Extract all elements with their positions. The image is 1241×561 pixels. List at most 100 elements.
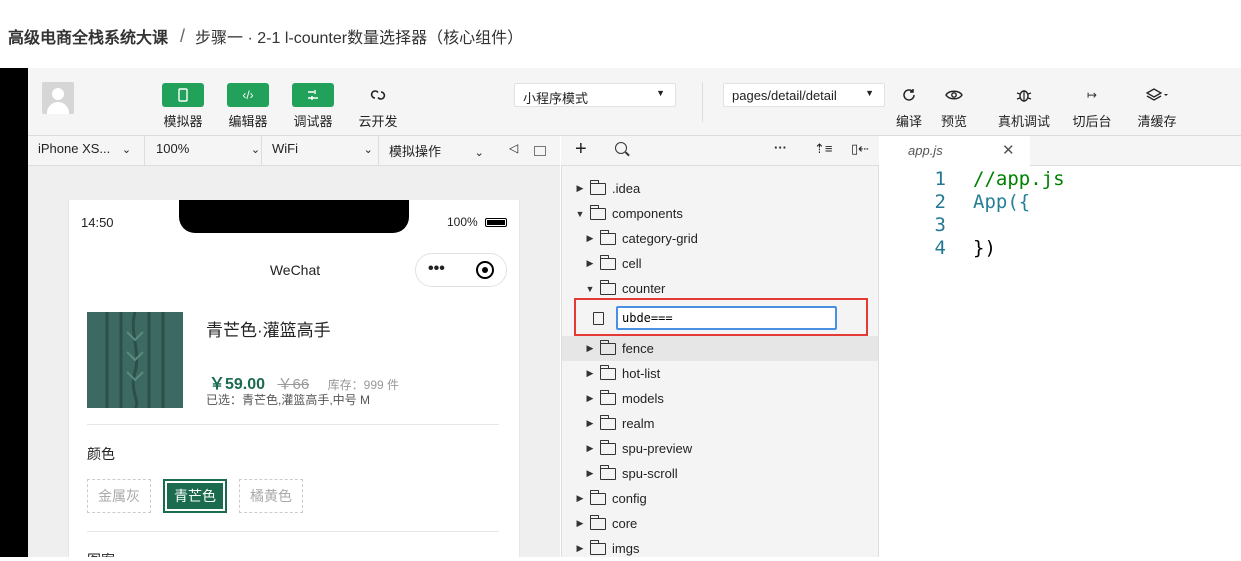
collapse-icon[interactable]: ⇡≡: [814, 141, 832, 157]
line-number: 4: [934, 237, 946, 259]
left-black-bar: [0, 68, 28, 557]
debugger-label: 调试器: [293, 114, 333, 129]
bug-icon: [1003, 83, 1045, 107]
debugger-button[interactable]: 调试器: [288, 83, 338, 130]
tree-item[interactable]: ▶ spu-scroll: [562, 461, 878, 486]
device-debug-label: 真机调试: [997, 114, 1050, 129]
split-icon[interactable]: ▯⇠: [851, 141, 869, 157]
layers-icon: [1136, 83, 1178, 107]
mode-select-value: 小程序模式: [523, 91, 589, 106]
simulator-label: 模拟器: [163, 114, 203, 129]
breadcrumb: 高级电商全栈系统大课 / 步骤一 · 2-1 l-counter数量选择器（核心…: [8, 24, 523, 48]
file-icon: [593, 312, 604, 325]
caret-right-icon: ▶: [576, 493, 584, 503]
color-option-selected[interactable]: 青芒色: [163, 479, 227, 513]
line-number: 1: [934, 168, 946, 190]
cloud-dev-button[interactable]: 云开发: [353, 83, 403, 130]
editor-button[interactable]: ‹/› 编辑器: [223, 83, 273, 130]
network-select-value: WiFi: [272, 141, 298, 156]
tree-item[interactable]: ▶ category-grid: [562, 226, 878, 251]
window-icon[interactable]: [534, 146, 546, 156]
folder-icon: [600, 254, 616, 270]
zoom-select[interactable]: 100% ⌄: [156, 141, 260, 156]
simulate-operation-value: 模拟操作: [389, 144, 442, 159]
tree-item-label: config: [612, 491, 647, 506]
avatar-body-shape: [47, 102, 69, 114]
folder-icon: [590, 539, 606, 555]
background-button[interactable]: ↦ 切后台: [1067, 83, 1117, 130]
tree-item[interactable]: ▶ imgs: [562, 536, 878, 561]
chevron-down-icon: ⌄: [363, 144, 373, 156]
selected-spec: 已选：青芒色,灌篮高手,中号 M: [206, 393, 370, 407]
folder-icon: [600, 364, 616, 380]
caret-right-icon: ▶: [586, 233, 594, 243]
code-editor[interactable]: 1 //app.js 2 App({ 3 4 }): [880, 166, 1241, 557]
tree-item[interactable]: ▶ models: [562, 386, 878, 411]
page-select[interactable]: pages/detail/detail ▼: [723, 83, 885, 107]
file-tree: ▶ .idea ▼ components ▶ category-grid ▶ cell …: [561, 166, 879, 557]
close-circle-icon[interactable]: [476, 261, 494, 279]
tree-item[interactable]: ▶ cell: [562, 251, 878, 276]
caret-right-icon: ▶: [586, 418, 594, 428]
mode-select[interactable]: 小程序模式 ▼: [514, 83, 676, 107]
chevron-down-icon: ⌄: [474, 147, 484, 159]
network-select[interactable]: WiFi ⌄: [272, 141, 373, 156]
battery-icon: [485, 218, 508, 227]
tree-item[interactable]: ▶ config: [562, 486, 878, 511]
chevron-down-icon: ⌄: [250, 144, 261, 156]
divider: [87, 424, 499, 425]
tree-item-label: imgs: [612, 541, 640, 556]
zoom-select-value: 100%: [156, 141, 190, 156]
phone-icon: [162, 83, 204, 107]
capsule-menu[interactable]: •••: [415, 253, 507, 287]
code-icon: ‹/›: [227, 83, 269, 107]
editor-label: 编辑器: [228, 114, 268, 129]
divider: [261, 136, 262, 166]
add-icon[interactable]: +: [575, 138, 587, 161]
folder-icon: [600, 439, 616, 455]
cloud-icon: [357, 83, 399, 107]
new-file-name-input[interactable]: [616, 306, 837, 330]
folder-open-icon: [590, 204, 606, 220]
line-number: 2: [934, 191, 946, 213]
tree-item-label: spu-preview: [622, 441, 693, 456]
top-toolbar: 模拟器 ‹/› 编辑器 调试器 云开发 小程序模式 ▼ pages/detail…: [28, 68, 1241, 136]
avatar-head-shape: [52, 88, 64, 100]
tree-item[interactable]: ▶ hot-list: [562, 361, 878, 386]
tree-item[interactable]: ▶ core: [562, 511, 878, 536]
device-select[interactable]: iPhone XS... ⌄: [38, 141, 131, 156]
tree-item[interactable]: ▶ .idea: [562, 176, 878, 201]
divider: [144, 136, 145, 166]
search-icon[interactable]: [615, 142, 630, 157]
caret-right-icon: ▶: [586, 393, 594, 403]
clear-cache-button[interactable]: 清缓存: [1132, 83, 1182, 130]
color-option[interactable]: 金属灰: [87, 479, 151, 513]
color-label: 颜色: [87, 446, 115, 462]
tree-item[interactable]: ▶ spu-preview: [562, 436, 878, 461]
breadcrumb-separator: /: [180, 25, 186, 46]
avatar[interactable]: [42, 82, 74, 114]
simulator-button[interactable]: 模拟器: [158, 83, 208, 130]
tree-item-label: hot-list: [622, 366, 661, 381]
tree-item[interactable]: ▶ fence: [562, 336, 878, 361]
divider: [378, 136, 379, 166]
tab-app-js[interactable]: app.js ✕: [880, 136, 1030, 166]
color-option[interactable]: 橘黄色: [239, 479, 303, 513]
close-icon[interactable]: ✕: [1002, 141, 1015, 159]
tree-item[interactable]: ▶ realm: [562, 411, 878, 436]
device-debug-button[interactable]: 真机调试: [994, 83, 1054, 130]
tree-item-label: realm: [622, 416, 655, 431]
more-dots-icon[interactable]: •••: [428, 260, 445, 278]
caret-right-icon: ▶: [576, 183, 584, 193]
tree-item[interactable]: ▼ components: [562, 201, 878, 226]
preview-button[interactable]: 预览: [929, 83, 979, 130]
more-icon[interactable]: ···: [774, 140, 787, 155]
breadcrumb-course[interactable]: 高级电商全栈系统大课: [8, 24, 168, 48]
chevron-down-icon: ▼: [656, 88, 665, 98]
cloud-dev-label: 云开发: [358, 114, 398, 129]
volume-icon[interactable]: ◁: [509, 141, 518, 155]
simulate-operation-select[interactable]: 模拟操作 ⌄: [389, 141, 484, 160]
folder-icon: [590, 514, 606, 530]
status-time: 14:50: [81, 215, 114, 230]
compile-button[interactable]: 编译: [884, 83, 934, 130]
